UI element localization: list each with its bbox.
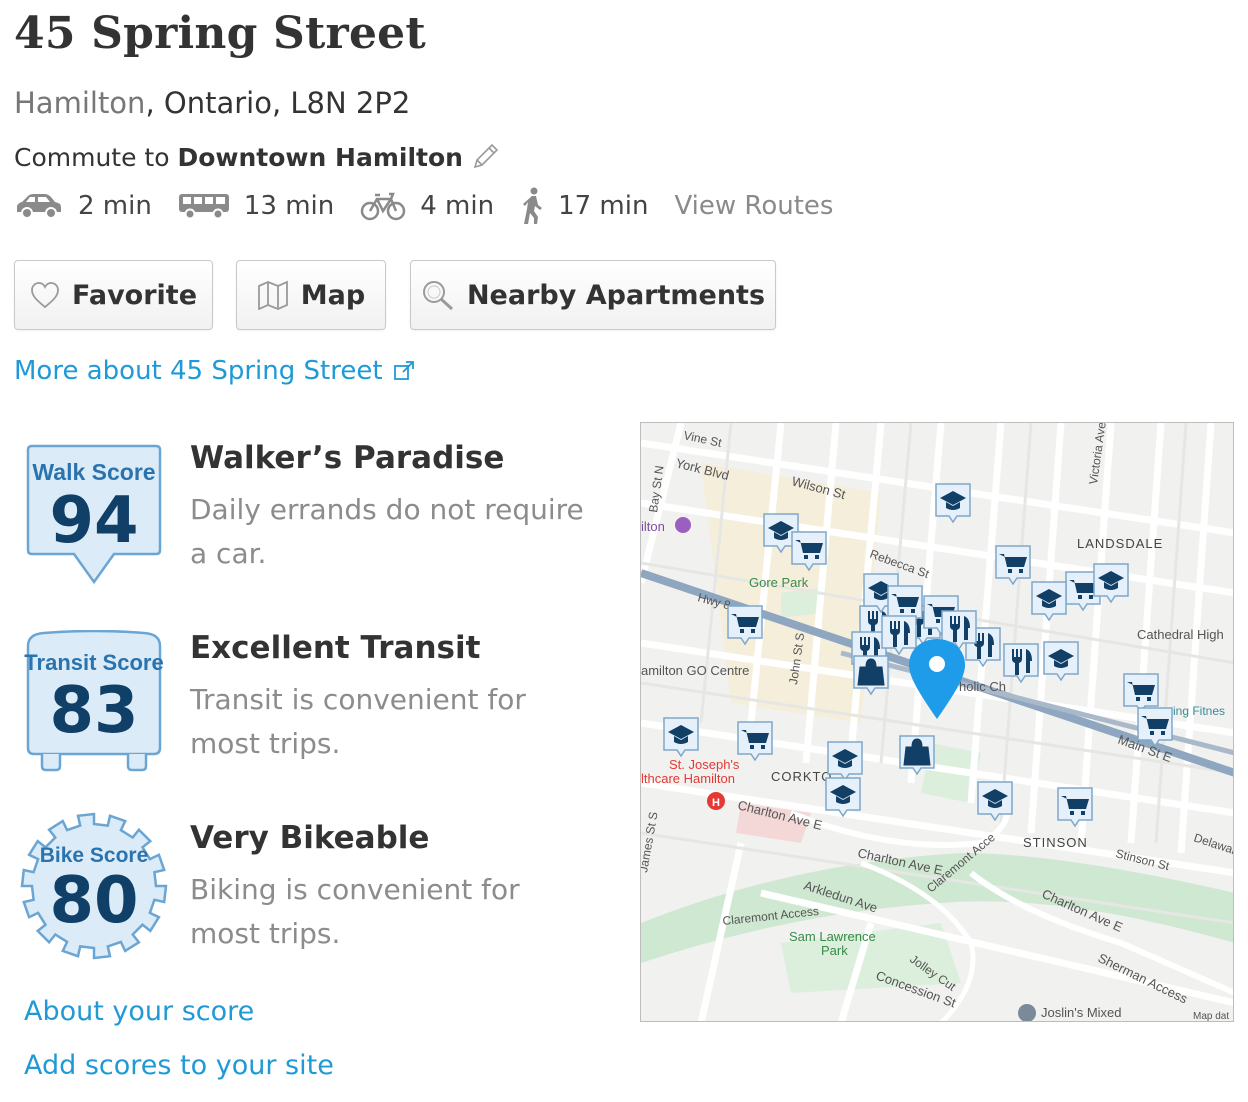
- address-line: Hamilton, Ontario, L8N 2P2: [14, 86, 410, 120]
- external-link-icon: [393, 361, 414, 380]
- bike-time: 4 min: [420, 191, 495, 221]
- map-label-corktown: CORKTO: [771, 769, 832, 784]
- favorite-button[interactable]: Favorite: [14, 260, 213, 330]
- view-routes-link[interactable]: View Routes: [674, 191, 833, 221]
- map-icon: [257, 280, 288, 310]
- map-label-samlawrence-2: Park: [821, 943, 848, 958]
- poi-school-icon[interactable]: [663, 717, 699, 758]
- map-label-joslin: Joslin's Mixed: [1041, 1005, 1122, 1020]
- transit-score-badge[interactable]: Transit Score 83: [24, 630, 164, 776]
- walk-icon: [523, 187, 543, 224]
- commute-modes: 2 min 13 min 4 min 17 min View Routes: [14, 184, 833, 228]
- walk-score-badge[interactable]: Walk Score 94: [24, 442, 164, 588]
- poi-bag-icon[interactable]: [853, 655, 889, 696]
- poi-food-icon[interactable]: [1003, 643, 1039, 684]
- add-scores-link[interactable]: Add scores to your site: [24, 1050, 334, 1081]
- map-label-gore: Gore Park: [749, 575, 809, 590]
- transit-score-title: Excellent Transit: [190, 630, 481, 666]
- poi-cart-icon[interactable]: [727, 605, 763, 646]
- mode-bike[interactable]: 4 min: [360, 190, 494, 222]
- pencil-edit-icon[interactable]: [471, 141, 501, 177]
- about-score-link[interactable]: About your score: [24, 996, 254, 1027]
- poi-school-icon[interactable]: [825, 777, 861, 818]
- mode-walk[interactable]: 17 min: [520, 187, 648, 225]
- poi-school-icon[interactable]: [1031, 581, 1067, 622]
- bike-score-value: 80: [49, 864, 138, 938]
- poi-cart-icon[interactable]: [737, 721, 773, 762]
- region-postal: , Ontario, L8N 2P2: [145, 86, 411, 120]
- magnifier-icon: [422, 281, 453, 311]
- neighborhood-map[interactable]: H Vine St York Blvd Wilson St Bay St N i…: [640, 422, 1234, 1022]
- walk-score-label: Walk Score: [32, 459, 155, 485]
- nearby-apartments-button[interactable]: Nearby Apartments: [410, 260, 776, 330]
- mode-car[interactable]: 2 min: [14, 191, 152, 221]
- transit-score-description: Transit is convenient for most trips.: [190, 683, 526, 760]
- commute-prefix: Commute to: [14, 143, 178, 172]
- mode-bus[interactable]: 13 min: [178, 191, 334, 221]
- map-label-go: amilton GO Centre: [641, 663, 749, 678]
- walk-score-value: 94: [49, 484, 138, 558]
- map-label-stjoseph-2: lthcare Hamilton: [641, 771, 735, 786]
- poi-school-icon[interactable]: [935, 483, 971, 524]
- walk-time: 17 min: [558, 191, 649, 221]
- page-title: 45 Spring Street: [14, 8, 426, 59]
- map-label-landsdale: LANDSDALE: [1077, 536, 1163, 551]
- more-about-label: More about 45 Spring Street: [14, 356, 383, 386]
- map-label-cathedral: Cathedral High: [1137, 627, 1224, 642]
- commute-line: Commute to Downtown Hamilton: [14, 141, 501, 177]
- poi-school-icon[interactable]: [977, 781, 1013, 822]
- walk-score-description: Daily errands do not require a car.: [190, 493, 584, 570]
- poi-school-icon[interactable]: [1043, 641, 1079, 682]
- more-about-link[interactable]: More about 45 Spring Street: [14, 356, 415, 386]
- poi-cart-icon[interactable]: [1057, 787, 1093, 828]
- map-button[interactable]: Map: [236, 260, 386, 330]
- city-name: Hamilton: [14, 86, 146, 120]
- bike-score-badge[interactable]: Bike Score 80: [18, 810, 170, 962]
- heart-icon: [31, 282, 59, 309]
- walk-score-title: Walker’s Paradise: [190, 440, 505, 476]
- poi-cart-icon[interactable]: [995, 545, 1031, 586]
- car-time: 2 min: [78, 191, 152, 221]
- poi-school-icon[interactable]: [827, 741, 863, 782]
- poi-cart-icon[interactable]: [1137, 707, 1173, 748]
- map-label-hamilton: ilton: [641, 519, 665, 534]
- bike-icon: [360, 192, 406, 221]
- map-label: Map: [300, 279, 366, 311]
- map-canvas[interactable]: H Vine St York Blvd Wilson St Bay St N i…: [641, 423, 1234, 1022]
- map-label-stinson: STINSON: [1023, 835, 1088, 850]
- bike-score-description: Biking is convenient for most trips.: [190, 873, 520, 950]
- map-label-data: Map dat: [1193, 1011, 1229, 1022]
- nearby-label: Nearby Apartments: [466, 279, 766, 311]
- map-label-fitness: ing Fitnes: [1173, 704, 1225, 718]
- commute-destination[interactable]: Downtown Hamilton: [177, 143, 462, 172]
- transit-score-label: Transit Score: [24, 650, 163, 675]
- poi-school-icon[interactable]: [1093, 563, 1129, 604]
- poi-cart-icon[interactable]: [1123, 673, 1159, 714]
- bike-score-title: Very Bikeable: [190, 820, 430, 856]
- map-label-stjoseph-1: St. Joseph's: [669, 757, 740, 772]
- bus-time: 13 min: [243, 191, 335, 221]
- map-label-catholic: holic Ch: [959, 679, 1006, 694]
- transit-score-value: 83: [49, 674, 138, 748]
- poi-food-icon[interactable]: [881, 615, 917, 656]
- poi-bag-icon[interactable]: [899, 735, 935, 776]
- bus-icon: [178, 194, 229, 220]
- map-label-samlawrence-1: Sam Lawrence: [789, 929, 876, 944]
- favorite-label: Favorite: [71, 279, 198, 311]
- svg-text:H: H: [712, 797, 720, 809]
- poi-cart-icon[interactable]: [791, 531, 827, 572]
- car-icon: [17, 194, 61, 219]
